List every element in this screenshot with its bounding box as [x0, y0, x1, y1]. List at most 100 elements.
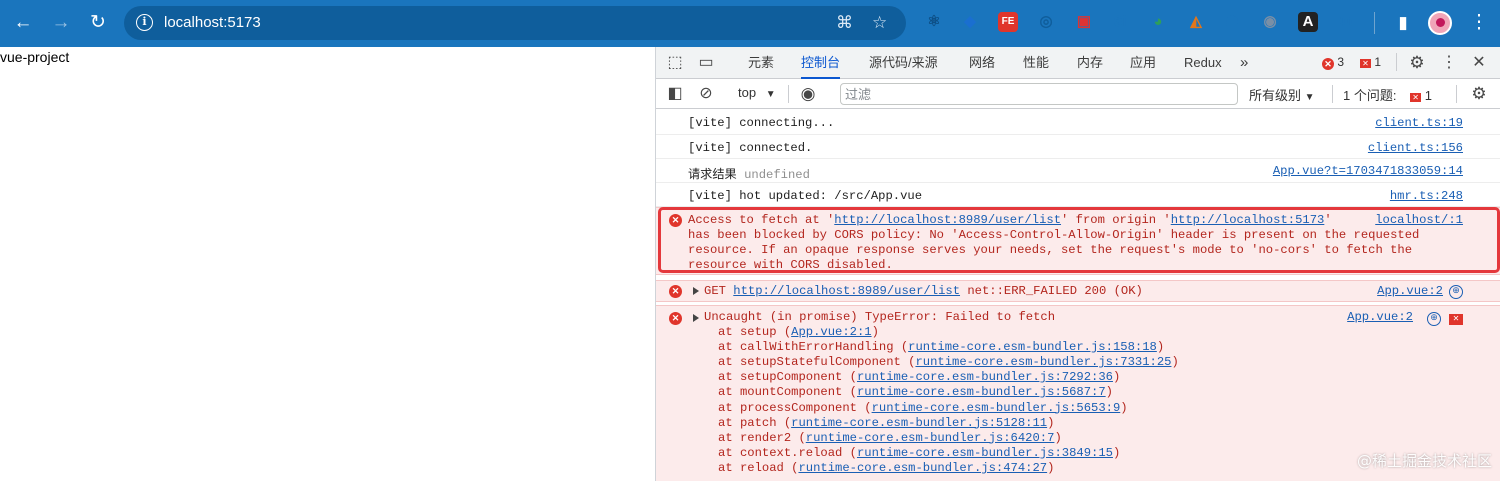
bookmark-star-icon[interactable]: ☆	[872, 12, 887, 34]
stack-location-link[interactable]: runtime-core.esm-bundler.js:7292:36	[857, 370, 1113, 384]
message-text: resource with CORS disabled.	[688, 258, 893, 272]
back-icon[interactable]: ←	[10, 10, 36, 36]
toolbar-divider	[1374, 12, 1375, 34]
fe-extension-icon[interactable]: FE	[998, 12, 1018, 32]
settings-gear-icon[interactable]: ⚙	[1407, 53, 1427, 73]
error-icon: ✕	[669, 285, 682, 298]
issue-flag-icon: ✕	[1360, 59, 1371, 68]
console-filter-input[interactable]	[840, 83, 1238, 105]
si-extension-icon[interactable]: $i	[1110, 12, 1130, 32]
message-text: 请求结果 undefined	[688, 164, 810, 182]
expand-caret-icon[interactable]	[693, 314, 699, 322]
ball-extension-icon[interactable]: ◉	[1260, 12, 1280, 32]
text-fragment: '	[1324, 213, 1332, 227]
stack-location-link[interactable]: App.vue:2:1	[791, 325, 871, 339]
request-url-link[interactable]: http://localhost:8989/user/list	[733, 284, 960, 298]
target-extension-icon[interactable]: ◎	[1036, 12, 1056, 32]
stack-location-link[interactable]: runtime-core.esm-bundler.js:474:27	[798, 461, 1047, 475]
tab-application[interactable]: 应用	[1130, 47, 1156, 79]
log-label: 请求结果	[688, 167, 737, 181]
divider	[788, 85, 789, 103]
react-devtools-icon[interactable]: ⚛	[924, 12, 944, 32]
divider	[1456, 85, 1457, 103]
url-text[interactable]: localhost:5173	[164, 14, 261, 31]
tab-redux[interactable]: Redux	[1184, 47, 1222, 79]
address-bar[interactable]: i localhost:5173 ⌘ ☆	[124, 6, 906, 40]
stack-close-paren: )	[1112, 370, 1121, 385]
error-icon: ✕	[669, 214, 682, 227]
log-level-select[interactable]: 所有级别 ▼	[1249, 85, 1315, 104]
forward-icon[interactable]: →	[48, 10, 74, 36]
context-select[interactable]: top ▼	[738, 85, 776, 100]
profile-avatar[interactable]	[1428, 11, 1452, 35]
issue-flag-icon[interactable]: ✕	[1449, 314, 1463, 325]
source-link[interactable]: App.vue?t=1703471833059:14	[1273, 164, 1463, 178]
request-url-link[interactable]: http://localhost:8989/user/list	[834, 213, 1061, 227]
error-counter[interactable]: ✕ 3	[1322, 55, 1344, 70]
issue-counter[interactable]: ✕ 1	[1360, 55, 1381, 69]
source-link[interactable]: App.vue:2	[1347, 310, 1413, 324]
inspect-element-icon[interactable]: ⬚	[665, 53, 685, 73]
source-link[interactable]: hmr.ts:248	[1390, 189, 1463, 203]
divider	[1396, 53, 1397, 71]
stack-close-paren: )	[1120, 400, 1128, 415]
issue-count: 1	[1374, 55, 1382, 69]
issues-button[interactable]: 1 个问题: ✕ 1	[1343, 85, 1432, 104]
stack-location-link[interactable]: runtime-core.esm-bundler.js:158:18	[908, 340, 1157, 354]
origin-url-link[interactable]: http://localhost:5173	[1171, 213, 1325, 227]
message-text: GET http://localhost:8989/user/list net:…	[704, 284, 1143, 298]
bag-extension-icon[interactable]: ▣	[1074, 12, 1094, 32]
stack-close-paren: )	[1105, 385, 1113, 400]
text-extension-icon[interactable]: A	[1298, 12, 1318, 32]
stack-location-link[interactable]: runtime-core.esm-bundler.js:5653:9	[872, 401, 1121, 415]
live-expression-eye-icon[interactable]: ◉	[798, 84, 818, 104]
more-options-icon[interactable]: ⋮	[1439, 53, 1459, 73]
sidebar-toggle-icon[interactable]: ◧	[665, 84, 685, 104]
device-toolbar-icon[interactable]: ▭	[696, 53, 716, 73]
more-tabs-icon[interactable]: »	[1240, 47, 1248, 79]
stack-close-paren: )	[1112, 445, 1121, 460]
browser-menu-icon[interactable]: ⋮	[1466, 10, 1492, 36]
translate-icon[interactable]: ⌘	[836, 12, 853, 34]
source-link[interactable]: client.ts:19	[1375, 116, 1463, 130]
network-request-icon[interactable]: ⊕	[1449, 285, 1463, 299]
dropbox-icon[interactable]: ◆	[960, 12, 980, 32]
metamask-icon[interactable]: ◭	[1186, 12, 1206, 32]
stack-location-link[interactable]: runtime-core.esm-bundler.js:7331:25	[915, 355, 1171, 369]
puzzle-icon[interactable]: ⧉	[1336, 12, 1356, 32]
tab-elements[interactable]: 元素	[748, 47, 774, 79]
globe-extension-icon[interactable]: ◕	[1148, 12, 1168, 32]
issue-flag-icon: ✕	[1410, 93, 1422, 102]
console-settings-gear-icon[interactable]: ⚙	[1469, 84, 1489, 104]
bookmark-extension-icon[interactable]: ☗	[1222, 12, 1242, 32]
tab-network[interactable]: 网络	[969, 47, 995, 79]
stack-location-link[interactable]: runtime-core.esm-bundler.js:3849:15	[857, 446, 1113, 460]
tab-sources[interactable]: 源代码/来源	[869, 47, 938, 79]
network-request-icon[interactable]: ⊕	[1427, 312, 1441, 326]
reload-icon[interactable]: ↻	[85, 10, 111, 36]
chevron-down-icon: ▼	[1304, 92, 1315, 103]
stack-location-link[interactable]: runtime-core.esm-bundler.js:6420:7	[806, 431, 1055, 445]
stack-frame: at context.reload (runtime-core.esm-bund…	[718, 446, 1120, 460]
side-panel-icon[interactable]: ▮	[1390, 10, 1416, 36]
source-link[interactable]: localhost/:1	[1375, 213, 1463, 227]
tab-console[interactable]: 控制台	[801, 47, 841, 79]
stack-location-link[interactable]: runtime-core.esm-bundler.js:5687:7	[857, 385, 1106, 399]
site-info-icon[interactable]: i	[136, 14, 153, 31]
expand-caret-icon[interactable]	[693, 287, 699, 295]
tab-performance[interactable]: 性能	[1023, 47, 1049, 79]
message-text: Uncaught (in promise) TypeError: Failed …	[704, 310, 1056, 324]
stack-close-paren: )	[1156, 340, 1165, 355]
source-link[interactable]: App.vue:2	[1377, 284, 1443, 298]
stack-function: at context.reload (	[718, 445, 857, 460]
cors-error-message: ✕ Access to fetch at 'http://localhost:8…	[656, 207, 1500, 275]
level-value: 所有级别	[1249, 88, 1302, 103]
stack-function: at mountComponent (	[718, 385, 857, 400]
stack-close-paren: )	[1047, 460, 1055, 475]
clear-console-icon[interactable]: ⊘	[696, 84, 716, 104]
stack-location-link[interactable]: runtime-core.esm-bundler.js:5128:11	[791, 416, 1047, 430]
tab-memory[interactable]: 内存	[1077, 47, 1103, 79]
source-link[interactable]: client.ts:156	[1368, 141, 1463, 155]
console-output: [vite] connecting... client.ts:19 [vite]…	[656, 110, 1500, 481]
close-devtools-icon[interactable]: ✕	[1469, 53, 1489, 73]
